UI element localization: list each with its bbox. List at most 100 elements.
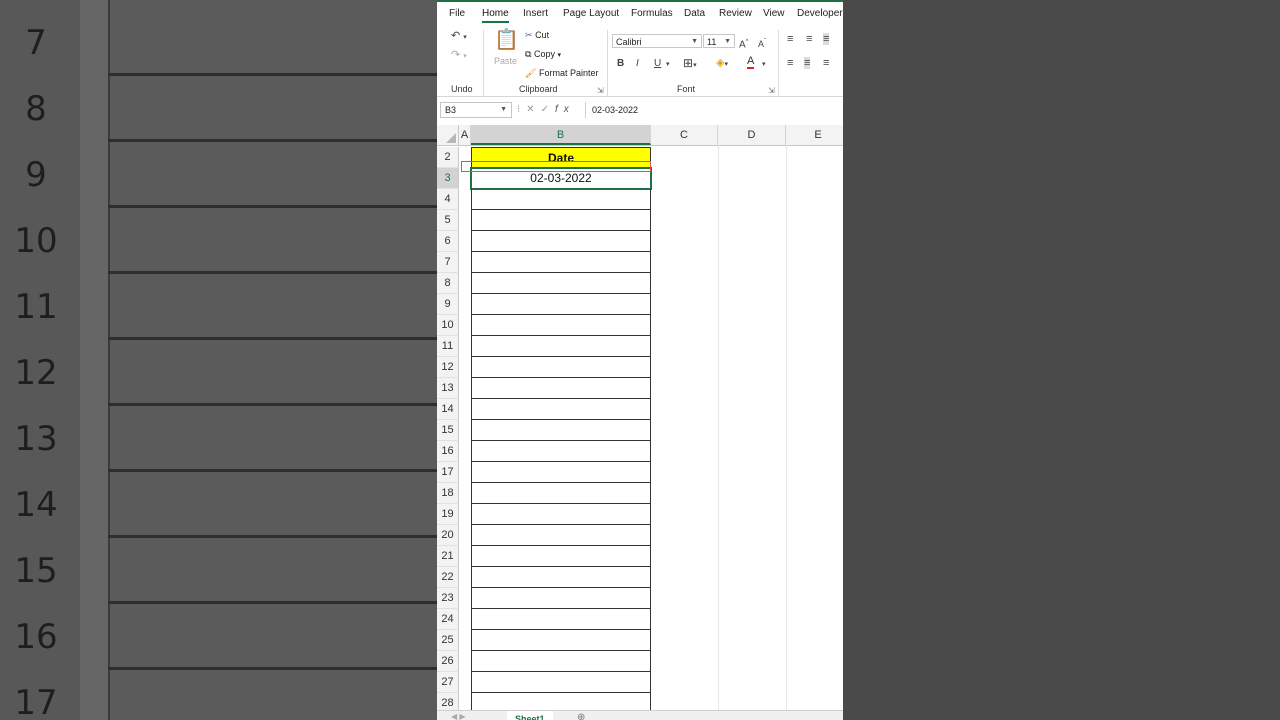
- align-center-icon[interactable]: ≡: [804, 57, 811, 69]
- cell-b14[interactable]: [471, 399, 651, 420]
- cell-b10[interactable]: [471, 315, 651, 336]
- italic-button[interactable]: I: [636, 58, 639, 70]
- cell-b7[interactable]: [471, 252, 651, 273]
- column-header-a[interactable]: A: [459, 125, 471, 145]
- tab-developer[interactable]: Developer: [797, 8, 843, 19]
- cell-b13[interactable]: [471, 378, 651, 399]
- column-header-d[interactable]: D: [718, 125, 786, 145]
- cancel-icon[interactable]: ✕: [526, 104, 540, 115]
- row-header-11[interactable]: 11: [437, 336, 459, 357]
- cell-b20[interactable]: [471, 525, 651, 546]
- decrease-font-icon[interactable]: Aˇ: [758, 36, 766, 50]
- fill-color-icon[interactable]: ◈▾: [716, 57, 728, 71]
- row-header-17[interactable]: 17: [437, 462, 459, 483]
- row-header-20[interactable]: 20: [437, 525, 459, 546]
- name-box[interactable]: B3 ▼: [440, 102, 512, 118]
- cell-b27[interactable]: [471, 672, 651, 693]
- row-header-15[interactable]: 15: [437, 420, 459, 441]
- column-header-c[interactable]: C: [651, 125, 718, 145]
- cell-b6[interactable]: [471, 231, 651, 252]
- align-right-icon[interactable]: ≡: [823, 57, 829, 69]
- row-header-23[interactable]: 23: [437, 588, 459, 609]
- align-middle-icon[interactable]: ≡: [806, 33, 812, 45]
- worksheet-grid[interactable]: A B C D E 2 Date 3 02-03-2022 4 5 6 7 8 9 10 11 12 13…: [437, 125, 843, 714]
- increase-font-icon[interactable]: A^: [739, 36, 749, 51]
- cell-b8[interactable]: [471, 273, 651, 294]
- row-header-24[interactable]: 24: [437, 609, 459, 630]
- undo-icon[interactable]: ↶ ▾: [451, 30, 467, 44]
- tab-insert[interactable]: Insert: [523, 8, 548, 19]
- enter-icon[interactable]: ✓: [541, 104, 555, 115]
- cell-b23[interactable]: [471, 588, 651, 609]
- row-header-27[interactable]: 27: [437, 672, 459, 693]
- paste-icon[interactable]: 📋: [494, 30, 519, 50]
- tab-review[interactable]: Review: [719, 8, 752, 19]
- redo-icon[interactable]: ↷ ▾: [451, 49, 467, 63]
- align-top-icon[interactable]: ≡: [787, 33, 793, 45]
- row-header-8[interactable]: 8: [437, 273, 459, 294]
- cell-b19[interactable]: [471, 504, 651, 525]
- format-painter-button[interactable]: 🖌 Format Painter: [525, 68, 598, 79]
- borders-icon[interactable]: ⊞▾: [683, 57, 697, 72]
- copy-button[interactable]: ⧉ Copy ▾: [525, 49, 561, 60]
- row-header-13[interactable]: 13: [437, 378, 459, 399]
- row-header-4[interactable]: 4: [437, 189, 459, 210]
- cell-b16[interactable]: [471, 441, 651, 462]
- cell-b2[interactable]: Date: [471, 147, 651, 168]
- tab-page-layout[interactable]: Page Layout: [563, 8, 619, 19]
- tab-view[interactable]: View: [763, 8, 785, 19]
- font-size-select[interactable]: 11 ▼: [703, 34, 735, 48]
- add-sheet-icon[interactable]: ⊕: [577, 712, 585, 720]
- paste-button[interactable]: Paste: [494, 56, 517, 66]
- insert-function-icon[interactable]: fx: [555, 104, 575, 115]
- cell-b11[interactable]: [471, 336, 651, 357]
- cell-b26[interactable]: [471, 651, 651, 672]
- cell-b12[interactable]: [471, 357, 651, 378]
- column-header-b[interactable]: B: [471, 125, 651, 145]
- cut-button[interactable]: ✂ Cut: [525, 30, 549, 41]
- sheet-tab-sheet1[interactable]: Sheet1: [507, 711, 553, 720]
- cell-b24[interactable]: [471, 609, 651, 630]
- cell-b22[interactable]: [471, 567, 651, 588]
- row-header-22[interactable]: 22: [437, 567, 459, 588]
- row-header-19[interactable]: 19: [437, 504, 459, 525]
- font-launcher-icon[interactable]: ⇲: [768, 86, 775, 95]
- row-header-6[interactable]: 6: [437, 231, 459, 252]
- chevron-down-icon[interactable]: ▾: [762, 59, 766, 71]
- bold-button[interactable]: B: [617, 58, 624, 70]
- row-header-3[interactable]: 3: [437, 168, 459, 189]
- cell-b3[interactable]: 02-03-2022: [470, 167, 652, 190]
- tab-data[interactable]: Data: [684, 8, 705, 19]
- cell-b15[interactable]: [471, 420, 651, 441]
- chevron-down-icon[interactable]: ▾: [666, 59, 670, 71]
- row-header-7[interactable]: 7: [437, 252, 459, 273]
- row-header-10[interactable]: 10: [437, 315, 459, 336]
- underline-button[interactable]: U: [654, 58, 661, 70]
- sheet-nav-arrows-icon[interactable]: ◀ ▶: [451, 712, 466, 720]
- row-header-16[interactable]: 16: [437, 441, 459, 462]
- align-bottom-icon[interactable]: ≡: [823, 33, 830, 45]
- tab-file[interactable]: File: [449, 8, 465, 19]
- row-header-21[interactable]: 21: [437, 546, 459, 567]
- row-header-12[interactable]: 12: [437, 357, 459, 378]
- clipboard-launcher-icon[interactable]: ⇲: [597, 86, 604, 95]
- font-color-icon[interactable]: A: [747, 56, 755, 69]
- cell-b25[interactable]: [471, 630, 651, 651]
- row-header-5[interactable]: 5: [437, 210, 459, 231]
- formula-input[interactable]: 02-03-2022: [585, 102, 843, 118]
- row-header-9[interactable]: 9: [437, 294, 459, 315]
- cell-b17[interactable]: [471, 462, 651, 483]
- row-header-14[interactable]: 14: [437, 399, 459, 420]
- tab-home[interactable]: Home: [482, 8, 509, 23]
- cell-b4[interactable]: [471, 189, 651, 210]
- row-header-26[interactable]: 26: [437, 651, 459, 672]
- cell-b9[interactable]: [471, 294, 651, 315]
- column-header-e[interactable]: E: [786, 125, 843, 145]
- cell-b5[interactable]: [471, 210, 651, 231]
- select-all-button[interactable]: [437, 125, 459, 145]
- row-header-2[interactable]: 2: [437, 147, 459, 168]
- row-header-18[interactable]: 18: [437, 483, 459, 504]
- font-name-select[interactable]: Calibri ▼: [612, 34, 702, 48]
- tab-formulas[interactable]: Formulas: [631, 8, 673, 19]
- align-left-icon[interactable]: ≡: [787, 57, 793, 69]
